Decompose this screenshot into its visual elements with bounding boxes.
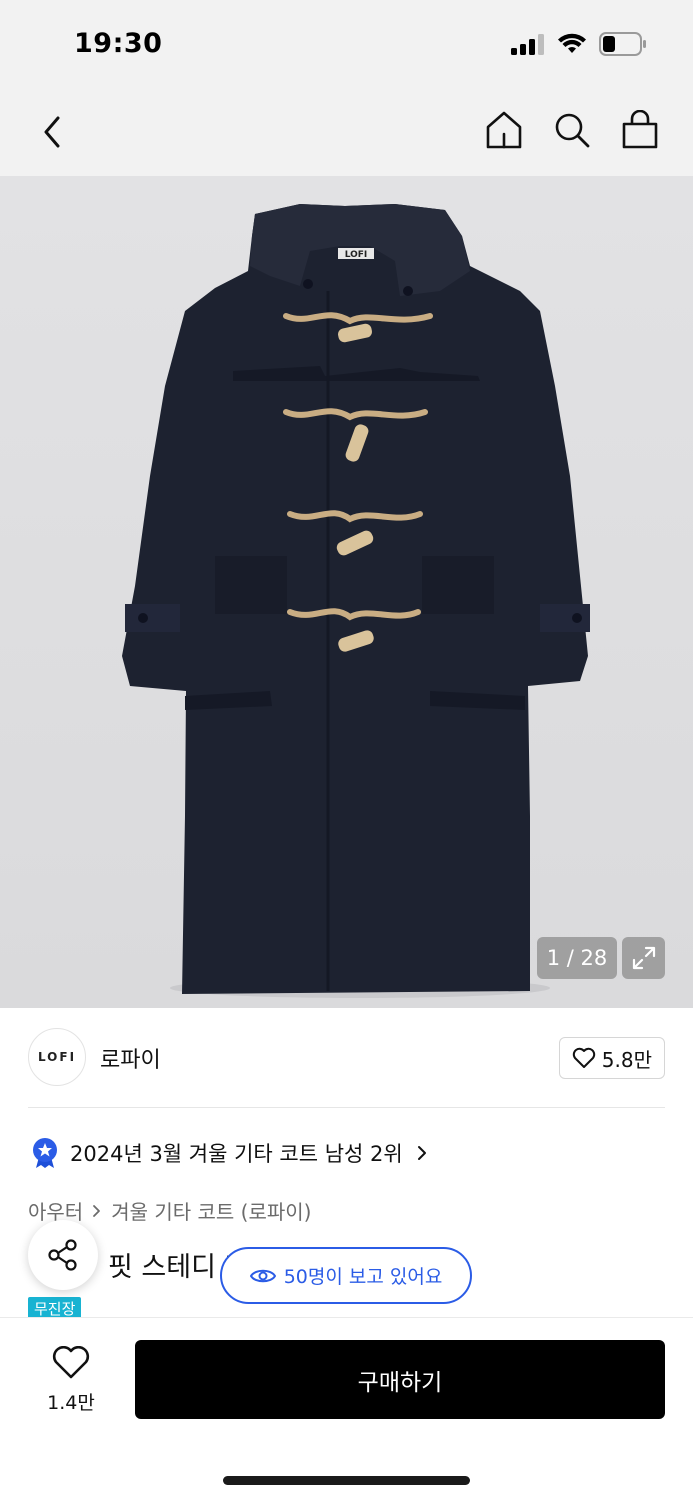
divider — [28, 1107, 665, 1108]
chevron-right-icon — [417, 1146, 426, 1160]
chevron-left-icon — [44, 116, 60, 148]
expand-image-button[interactable] — [622, 937, 665, 979]
ranking-text: 2024년 3월 겨울 기타 코트 남성 2위 — [70, 1142, 403, 1166]
coat-label: LOFI — [345, 250, 368, 260]
status-icons — [511, 32, 647, 60]
shopping-bag-icon — [622, 110, 658, 149]
brand-logo[interactable]: LOFI — [28, 1028, 86, 1086]
heart-icon — [52, 1346, 90, 1379]
viewers-text: 50명이 보고 있어요 — [283, 1266, 443, 1288]
signal-icon — [511, 33, 545, 59]
share-icon — [48, 1239, 77, 1271]
breadcrumb-subcategory[interactable]: 겨울 기타 코트 (로파이) — [111, 1196, 311, 1225]
ranking-link[interactable]: 2024년 3월 겨울 기타 코트 남성 2위 — [32, 1137, 429, 1169]
home-button[interactable] — [485, 108, 523, 152]
back-button[interactable] — [34, 110, 74, 154]
search-icon — [555, 113, 590, 148]
ranking-badge-icon — [33, 1138, 57, 1168]
wishlist-button[interactable]: 1.4만 — [40, 1346, 102, 1415]
home-icon — [486, 111, 522, 149]
product-tag-badge: 무진장 — [28, 1297, 82, 1319]
bottom-action-bar: 1.4만 구매하기 — [0, 1317, 693, 1500]
status-bar: 19:30 — [0, 0, 693, 92]
brand-like-button[interactable]: 5.8만 — [558, 1037, 665, 1079]
search-button[interactable] — [553, 108, 591, 152]
heart-icon — [572, 1047, 595, 1068]
cart-button[interactable] — [621, 108, 659, 152]
wishlist-count: 1.4만 — [47, 1392, 95, 1414]
top-nav-bar — [0, 92, 693, 176]
eye-icon — [249, 1269, 276, 1282]
buy-button[interactable]: 구매하기 — [135, 1340, 665, 1419]
product-image-carousel[interactable]: LOFI 1 / 28 — [0, 176, 693, 1008]
home-indicator — [223, 1476, 470, 1485]
duffle-coat-image: LOFI — [122, 204, 590, 998]
expand-icon — [632, 946, 655, 970]
chevron-right-icon — [93, 1204, 101, 1217]
viewers-count-pill: 50명이 보고 있어요 — [220, 1247, 472, 1304]
image-counter: 1 / 28 — [537, 937, 617, 979]
brand-like-count: 5.8만 — [601, 1047, 652, 1072]
brand-name[interactable]: 로파이 — [100, 1042, 161, 1074]
brand-row[interactable]: LOFI 로파이 5.8만 — [28, 1028, 665, 1086]
nav-actions — [485, 108, 659, 152]
battery-icon — [599, 32, 647, 60]
status-time: 19:30 — [74, 28, 163, 59]
share-button[interactable] — [28, 1220, 98, 1290]
wifi-icon — [557, 33, 587, 59]
